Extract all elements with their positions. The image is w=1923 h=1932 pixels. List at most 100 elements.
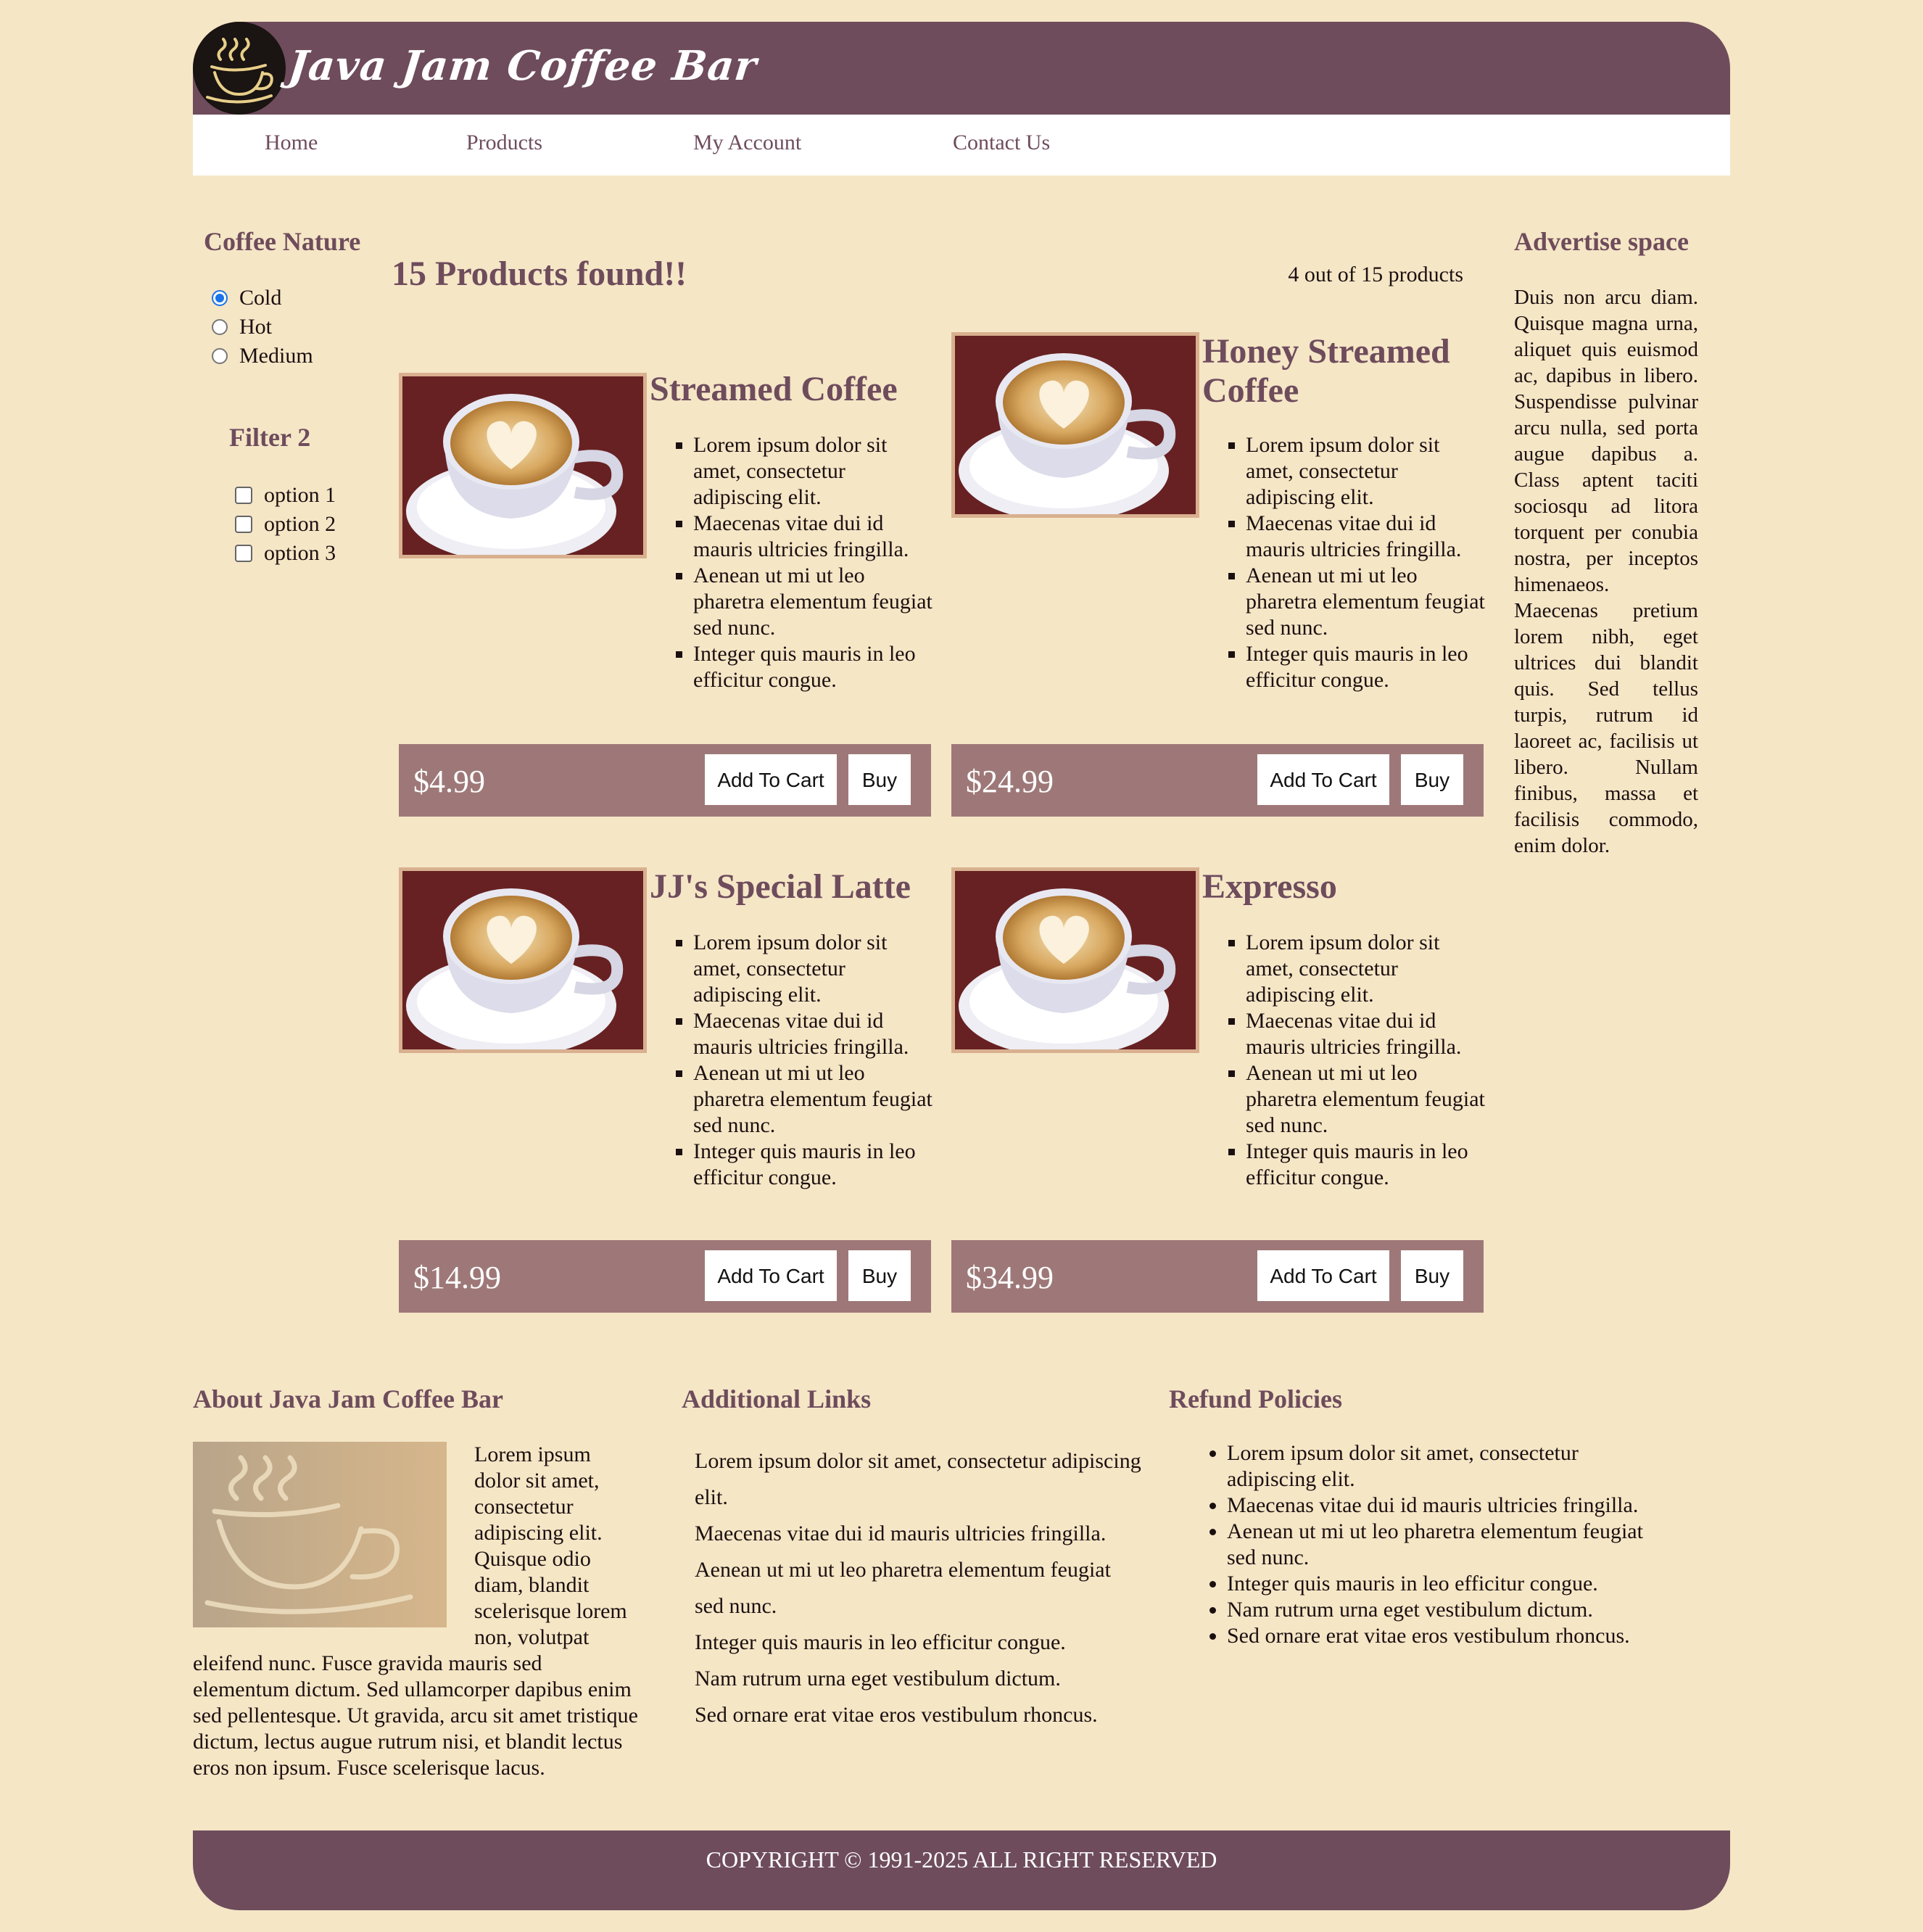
product-feature-list: Lorem ipsum dolor sit amet, consectetur … [1217,930,1485,1191]
add-to-cart-button[interactable]: Add To Cart [1257,1250,1389,1301]
nav-home[interactable]: Home [265,131,318,155]
list-item: Maecenas vitae dui id mauris ultricies f… [1227,1493,1647,1519]
price-bar: $4.99 Add To Cart Buy [399,744,931,817]
nav-contact-us[interactable]: Contact Us [953,131,1050,155]
buy-button[interactable]: Buy [1401,754,1463,805]
price-bar: $24.99 Add To Cart Buy [951,744,1484,817]
product-image [951,332,1199,518]
buy-button[interactable]: Buy [848,1250,911,1301]
page: Java Jam Coffee Bar Home Products My Acc… [0,0,1923,1932]
coffee-logo-image [193,1442,447,1627]
radio-button[interactable] [212,319,228,335]
product-card: Honey Streamed Coffee Lorem ipsum dolor … [951,332,1485,817]
checkbox[interactable] [235,545,252,562]
additional-links: Lorem ipsum dolor sit amet, consectetur … [695,1443,1144,1733]
list-item: Sed ornare erat vitae eros vestibulum rh… [1227,1623,1647,1649]
list-item: Maecenas vitae dui id mauris ultricies f… [1246,511,1485,563]
product-price: $4.99 [413,764,485,799]
product-image [399,373,647,558]
coffee-nature-heading: Coffee Nature [204,227,361,256]
list-item: Aenean ut mi ut leo pharetra elementum f… [693,563,932,641]
footer-link[interactable]: Integer quis mauris in leo efficitur con… [695,1625,1144,1661]
refund-policies-list: Lorem ipsum dolor sit amet, consectetur … [1198,1440,1647,1649]
price-bar: $14.99 Add To Cart Buy [399,1240,931,1313]
product-title: Streamed Coffee [650,370,898,408]
list-item: Integer quis mauris in leo efficitur con… [1246,1139,1485,1191]
list-item: Lorem ipsum dolor sit amet, consectetur … [1246,432,1485,511]
radio-option-cold[interactable]: Cold [212,286,281,310]
checkbox[interactable] [235,516,252,533]
checkbox-label: option 3 [264,541,336,565]
product-card: JJ's Special Latte Lorem ipsum dolor sit… [399,867,932,1313]
list-item: Lorem ipsum dolor sit amet, consectetur … [1246,930,1485,1008]
footer-link[interactable]: Sed ornare erat vitae eros vestibulum rh… [695,1697,1144,1733]
advertise-text: Duis non arcu diam. Quisque magna urna, … [1514,286,1698,857]
checkbox-option-3[interactable]: option 3 [235,541,336,566]
buy-button[interactable]: Buy [848,754,911,805]
brand-title: Java Jam Coffee Bar [286,42,760,90]
footer-link[interactable]: Lorem ipsum dolor sit amet, consectetur … [695,1443,1144,1516]
list-item: Aenean ut mi ut leo pharetra elementum f… [1246,1060,1485,1139]
filter-2-heading: Filter 2 [229,423,311,452]
advertise-heading: Advertise space [1514,227,1689,256]
product-title: Honey Streamed Coffee [1202,332,1450,410]
product-image [399,867,647,1053]
product-price: $24.99 [966,764,1054,799]
list-item: Nam rutrum urna eget vestibulum dictum. [1227,1597,1647,1623]
checkbox-option-1[interactable]: option 1 [235,483,336,508]
list-item: Integer quis mauris in leo efficitur con… [693,1139,932,1191]
radio-option-medium[interactable]: Medium [212,344,313,368]
site-footer: COPYRIGHT © 1991-2025 ALL RIGHT RESERVED [193,1830,1730,1910]
list-item: Maecenas vitae dui id mauris ultricies f… [693,511,932,563]
product-title: JJ's Special Latte [650,867,911,906]
footer-link[interactable]: Nam rutrum urna eget vestibulum dictum. [695,1661,1144,1697]
copyright-text: COPYRIGHT © 1991-2025 ALL RIGHT RESERVED [706,1846,1217,1873]
checkbox-label: option 1 [264,483,336,507]
checkbox-label: option 2 [264,512,336,536]
footer-link[interactable]: Maecenas vitae dui id mauris ultricies f… [695,1516,1144,1552]
radio-option-hot[interactable]: Hot [212,315,272,339]
product-feature-list: Lorem ipsum dolor sit amet, consectetur … [1217,432,1485,693]
nav-products[interactable]: Products [466,131,542,155]
product-price: $14.99 [413,1260,501,1295]
product-card: Expresso Lorem ipsum dolor sit amet, con… [951,867,1485,1313]
products-count: 4 out of 15 products [1288,263,1463,286]
list-item: Lorem ipsum dolor sit amet, consectetur … [1227,1440,1647,1493]
radio-label: Cold [239,286,282,310]
about-heading: About Java Jam Coffee Bar [193,1384,503,1413]
product-feature-list: Lorem ipsum dolor sit amet, consectetur … [664,930,932,1191]
footer-link[interactable]: Aenean ut mi ut leo pharetra elementum f… [695,1552,1144,1625]
radio-button[interactable] [212,348,228,364]
list-item: Integer quis mauris in leo efficitur con… [693,641,932,693]
radio-label: Hot [239,315,272,339]
checkbox-option-2[interactable]: option 2 [235,512,336,537]
radio-label: Medium [239,344,313,368]
list-item: Aenean ut mi ut leo pharetra elementum f… [1246,563,1485,641]
product-price: $34.99 [966,1260,1054,1295]
list-item: Aenean ut mi ut leo pharetra elementum f… [693,1060,932,1139]
coffee-cup-logo-icon [193,22,286,115]
list-item: Lorem ipsum dolor sit amet, consectetur … [693,930,932,1008]
list-item: Lorem ipsum dolor sit amet, consectetur … [693,432,932,511]
list-item: Maecenas vitae dui id mauris ultricies f… [693,1008,932,1060]
list-item: Integer quis mauris in leo efficitur con… [1246,641,1485,693]
about-section: Lorem ipsum dolor sit amet, consectetur … [193,1442,640,1781]
site-header: Java Jam Coffee Bar [193,22,1730,115]
product-title: Expresso [1202,867,1337,906]
add-to-cart-button[interactable]: Add To Cart [705,754,837,805]
list-item: Integer quis mauris in leo efficitur con… [1227,1571,1647,1597]
radio-button[interactable] [212,290,228,306]
checkbox[interactable] [235,487,252,504]
refund-policies-heading: Refund Policies [1169,1384,1342,1413]
buy-button[interactable]: Buy [1401,1250,1463,1301]
product-card: Streamed Coffee Lorem ipsum dolor sit am… [399,332,932,817]
nav-my-account[interactable]: My Account [693,131,801,155]
main-nav: Home Products My Account Contact Us [193,115,1730,176]
additional-links-heading: Additional Links [682,1384,872,1413]
product-feature-list: Lorem ipsum dolor sit amet, consectetur … [664,432,932,693]
list-item: Aenean ut mi ut leo pharetra elementum f… [1227,1519,1647,1571]
add-to-cart-button[interactable]: Add To Cart [1257,754,1389,805]
price-bar: $34.99 Add To Cart Buy [951,1240,1484,1313]
add-to-cart-button[interactable]: Add To Cart [705,1250,837,1301]
products-found-heading: 15 Products found!! [392,255,687,293]
